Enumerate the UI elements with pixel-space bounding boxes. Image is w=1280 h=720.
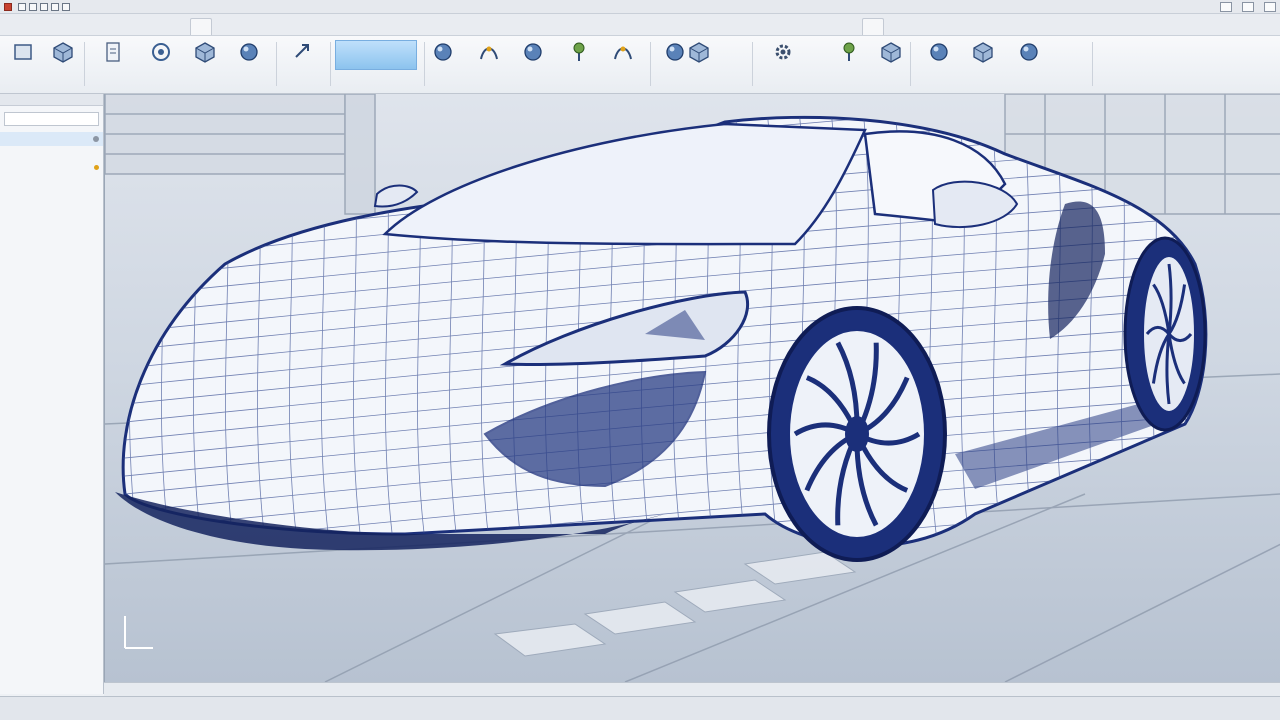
camera-icon (928, 41, 950, 63)
cad-application-window (0, 0, 1280, 720)
ribbon-tool-pattern[interactable] (600, 38, 646, 90)
floor-tiles (493, 551, 857, 657)
ribbon-tool-settings[interactable] (1006, 38, 1052, 90)
model-tree-item[interactable] (0, 160, 103, 174)
ribbon-tool-render[interactable] (760, 38, 806, 90)
close-button[interactable] (1264, 1, 1276, 12)
model-tree-item[interactable] (0, 174, 103, 188)
ribbon-tool-mirror[interactable] (556, 38, 602, 90)
model-tree-item[interactable] (0, 230, 103, 244)
ribbon-tool-extrude[interactable] (182, 38, 228, 90)
ribbon-group-separator (424, 42, 425, 86)
render-icon (772, 41, 794, 63)
front-wheel (767, 306, 947, 562)
pattern-icon (612, 41, 634, 63)
ribbon-group-separator (330, 42, 331, 86)
assembly-icon (972, 41, 994, 63)
ribbon-tool-section[interactable] (676, 38, 722, 90)
ribbon-group-separator (1092, 42, 1093, 86)
item-options-icon[interactable] (93, 136, 99, 142)
extrude-icon (194, 41, 216, 63)
qa-save-icon[interactable] (40, 2, 48, 11)
ribbon-tool-assembly[interactable] (960, 38, 1006, 90)
save-icon (102, 41, 124, 63)
ribbon-group-separator (650, 42, 651, 86)
ribbon-tool-camera[interactable] (916, 38, 962, 90)
ribbon-tool-revolve[interactable] (226, 38, 272, 90)
ribbon-tab-secondary[interactable] (862, 18, 884, 35)
ribbon-tab-strip (0, 14, 1280, 36)
qa-redo-icon[interactable] (62, 2, 70, 11)
quick-access-toolbar (4, 2, 70, 11)
ribbon-tool-fillet[interactable] (420, 38, 466, 90)
new-file-icon (12, 41, 34, 63)
3d-viewport[interactable] (104, 94, 1280, 682)
qa-open-icon[interactable] (29, 2, 37, 11)
maximize-button[interactable] (1242, 1, 1254, 12)
rear-wheel (1123, 236, 1207, 432)
model-tree-item[interactable] (0, 216, 103, 230)
view-tabs-bar (104, 682, 1280, 696)
ribbon-tab-primary[interactable] (190, 18, 212, 35)
ribbon-tool-light[interactable] (868, 38, 914, 90)
ribbon-group-separator (84, 42, 85, 86)
sketch-icon (150, 41, 172, 63)
ribbon-tool-shell[interactable] (510, 38, 556, 90)
fillet-icon (432, 41, 454, 63)
revolve-icon (238, 41, 260, 63)
ribbon-tool-save[interactable] (90, 38, 136, 90)
ribbon-tool-surface[interactable] (280, 38, 326, 90)
qa-new-icon[interactable] (18, 2, 26, 11)
material-icon (838, 41, 860, 63)
open-folder-icon (52, 41, 74, 63)
model-tree-header (0, 94, 103, 106)
model-tree-list (0, 132, 103, 244)
chamfer-icon (478, 41, 500, 63)
section-icon (688, 41, 710, 63)
settings-icon (1018, 41, 1040, 63)
model-tree-item[interactable] (0, 202, 103, 216)
model-tree-item[interactable] (0, 132, 103, 146)
minimize-button[interactable] (1220, 1, 1232, 12)
ribbon-tool-sketch[interactable] (138, 38, 184, 90)
qa-undo-icon[interactable] (51, 2, 59, 11)
ribbon-active-group[interactable] (335, 40, 417, 70)
model-tree-panel (0, 94, 104, 694)
title-bar (0, 0, 1280, 14)
view-axis-triad-icon (124, 616, 153, 649)
ribbon-toolbar (0, 36, 1280, 94)
ribbon-tool-material[interactable] (826, 38, 872, 90)
app-logo-icon[interactable] (4, 2, 12, 11)
ribbon-group-separator (276, 42, 277, 86)
mirror-icon (568, 41, 590, 63)
model-tree-search-input[interactable] (4, 112, 99, 126)
model-tree-item[interactable] (0, 188, 103, 202)
ribbon-group-separator (910, 42, 911, 86)
status-bar (0, 696, 1280, 720)
light-icon (880, 41, 902, 63)
ribbon-group-separator (752, 42, 753, 86)
item-warning-icon (94, 164, 99, 170)
ribbon-tool-open-folder[interactable] (40, 38, 86, 90)
model-tree-item[interactable] (0, 146, 103, 160)
wireframe-scene (105, 94, 1280, 682)
surface-icon (292, 41, 314, 63)
shell-icon (522, 41, 544, 63)
ribbon-tool-chamfer[interactable] (466, 38, 512, 90)
